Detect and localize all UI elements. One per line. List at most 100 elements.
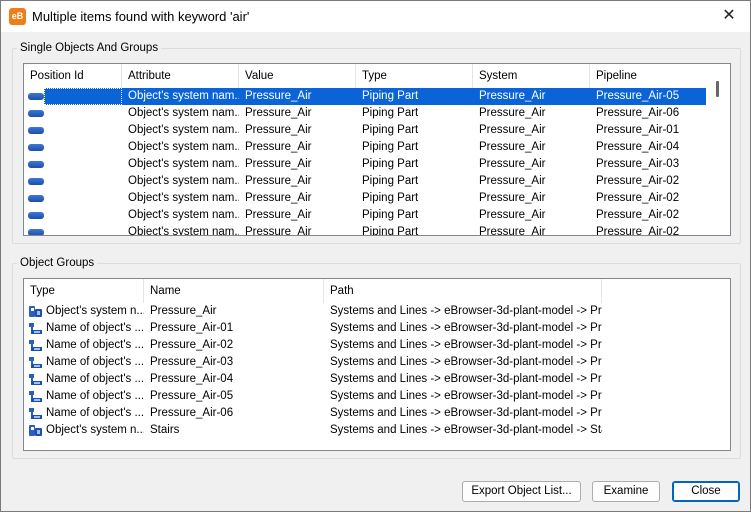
- ebrowser-app-icon: eB: [9, 8, 26, 25]
- attribute-cell: Object's system nam...: [128, 107, 239, 119]
- column-header-attribute[interactable]: Attribute: [122, 64, 239, 88]
- piping-part-icon: [28, 161, 44, 168]
- position-id-cell: [24, 173, 122, 190]
- type-text: Name of object's ...: [46, 390, 144, 402]
- type-cell: Piping Part: [362, 107, 419, 119]
- type-text: Name of object's ...: [46, 339, 144, 351]
- system-cell: Pressure_Air: [479, 90, 546, 102]
- type-cell: Name of object's ...: [24, 320, 144, 337]
- column-header-position-id[interactable]: Position Id: [24, 64, 122, 88]
- single-objects-list[interactable]: Position Id Attribute Value Type System …: [23, 63, 731, 236]
- position-id-cell: [24, 122, 122, 139]
- object-groups-list[interactable]: Type Name Path Object's system n... Press…: [23, 278, 731, 451]
- column-header-pipeline[interactable]: Pipeline: [590, 64, 707, 88]
- system-cell: Pressure_Air: [479, 124, 546, 136]
- name-cell: Pressure_Air: [150, 305, 217, 317]
- pipeline-cell: Pressure_Air-06: [596, 107, 680, 119]
- table-row[interactable]: Name of object's ... Pressure_Air-06 Syste…: [24, 405, 602, 422]
- column-header-name[interactable]: Name: [144, 279, 324, 303]
- pipeline-icon: [28, 407, 43, 420]
- table-row[interactable]: Object's system nam... Pressure_Air Piping…: [24, 139, 707, 156]
- table-row[interactable]: Name of object's ... Pressure_Air-03 Syste…: [24, 354, 602, 371]
- table-row[interactable]: Object's system nam... Pressure_Air Piping…: [24, 207, 707, 224]
- type-cell: Piping Part: [362, 141, 419, 153]
- title-bar[interactable]: eB Multiple items found with keyword 'ai…: [1, 1, 750, 32]
- examine-button[interactable]: Examine: [592, 481, 660, 502]
- dialog-window: eB Multiple items found with keyword 'ai…: [0, 0, 751, 512]
- table-row[interactable]: Object's system nam... Pressure_Air Piping…: [24, 88, 707, 105]
- close-window-icon[interactable]: ✕: [718, 5, 740, 27]
- pipeline-cell: Pressure_Air-01: [596, 124, 680, 136]
- type-cell: Object's system n...: [24, 422, 144, 439]
- name-cell: Pressure_Air-03: [150, 356, 234, 368]
- position-id-cell: [24, 139, 122, 156]
- system-icon: [28, 305, 43, 318]
- type-cell: Piping Part: [362, 209, 419, 221]
- column-header-value[interactable]: Value: [239, 64, 356, 88]
- close-button[interactable]: Close: [672, 481, 740, 502]
- scrollbar-thumb[interactable]: [716, 81, 719, 97]
- single-objects-legend: Single Objects And Groups: [20, 42, 159, 54]
- column-header-path[interactable]: Path: [324, 279, 602, 303]
- position-id-cell: [24, 156, 122, 173]
- path-cell: Systems and Lines -> eBrowser-3d-plant-m…: [330, 322, 602, 334]
- pipeline-icon: [28, 390, 43, 403]
- export-object-list-button[interactable]: Export Object List...: [462, 481, 581, 502]
- attribute-cell: Object's system nam...: [128, 141, 239, 153]
- type-cell: Piping Part: [362, 158, 419, 170]
- type-cell: Name of object's ...: [24, 371, 144, 388]
- table-row[interactable]: Object's system nam... Pressure_Air Piping…: [24, 190, 707, 207]
- value-cell: Pressure_Air: [245, 141, 312, 153]
- attribute-cell: Object's system nam...: [128, 192, 239, 204]
- column-header-type[interactable]: Type: [356, 64, 473, 88]
- type-cell: Name of object's ...: [24, 354, 144, 371]
- table-row[interactable]: Object's system nam... Pressure_Air Piping…: [24, 173, 707, 190]
- type-cell: Name of object's ...: [24, 388, 144, 405]
- single-objects-rows: Object's system nam... Pressure_Air Piping…: [24, 88, 707, 235]
- path-cell: Systems and Lines -> eBrowser-3d-plant-m…: [330, 424, 602, 436]
- piping-part-icon: [28, 127, 44, 134]
- selection-focus: [44, 88, 122, 105]
- piping-part-icon: [28, 178, 44, 185]
- value-cell: Pressure_Air: [245, 175, 312, 187]
- type-cell: Name of object's ...: [24, 337, 144, 354]
- value-cell: Pressure_Air: [245, 107, 312, 119]
- type-text: Name of object's ...: [46, 407, 144, 419]
- pipeline-icon: [28, 356, 43, 369]
- value-cell: Pressure_Air: [245, 90, 312, 102]
- path-cell: Systems and Lines -> eBrowser-3d-plant-m…: [330, 407, 602, 419]
- name-cell: Pressure_Air-04: [150, 373, 234, 385]
- table-row[interactable]: Name of object's ... Pressure_Air-05 Syste…: [24, 388, 602, 405]
- type-cell: Piping Part: [362, 90, 419, 102]
- vertical-scrollbar[interactable]: [706, 64, 730, 235]
- table-row[interactable]: Object's system nam... Pressure_Air Piping…: [24, 156, 707, 173]
- table-row[interactable]: Name of object's ... Pressure_Air-02 Syste…: [24, 337, 602, 354]
- table-row[interactable]: Object's system n... Stairs Systems and Li…: [24, 422, 602, 439]
- position-id-cell: [24, 88, 122, 105]
- type-text: Name of object's ...: [46, 356, 144, 368]
- system-cell: Pressure_Air: [479, 107, 546, 119]
- pipeline-cell: Pressure_Air-05: [596, 90, 680, 102]
- position-id-cell: [24, 207, 122, 224]
- name-cell: Stairs: [150, 424, 180, 436]
- table-row[interactable]: Name of object's ... Pressure_Air-04 Syste…: [24, 371, 602, 388]
- table-row[interactable]: Object's system n... Pressure_Air Systems …: [24, 303, 602, 320]
- value-cell: Pressure_Air: [245, 124, 312, 136]
- table-row[interactable]: Object's system nam... Pressure_Air Piping…: [24, 122, 707, 139]
- attribute-cell: Object's system nam...: [128, 175, 239, 187]
- window-title: Multiple items found with keyword 'air': [32, 9, 250, 24]
- table-row[interactable]: Name of object's ... Pressure_Air-01 Syste…: [24, 320, 602, 337]
- name-cell: Pressure_Air-02: [150, 339, 234, 351]
- column-header-type[interactable]: Type: [24, 279, 144, 303]
- table-row[interactable]: Object's system nam... Pressure_Air Piping…: [24, 105, 707, 122]
- pipeline-cell: Pressure_Air-02: [596, 192, 680, 204]
- type-text: Object's system n...: [46, 424, 144, 436]
- piping-part-icon: [28, 144, 44, 151]
- column-header-system[interactable]: System: [473, 64, 590, 88]
- table-row[interactable]: Object's system nam... Pressure_Air Piping…: [24, 224, 707, 235]
- pipeline-icon: [28, 322, 43, 335]
- pipeline-cell: Pressure_Air-04: [596, 141, 680, 153]
- system-cell: Pressure_Air: [479, 209, 546, 221]
- pipeline-icon: [28, 339, 43, 352]
- object-groups-legend: Object Groups: [20, 257, 95, 269]
